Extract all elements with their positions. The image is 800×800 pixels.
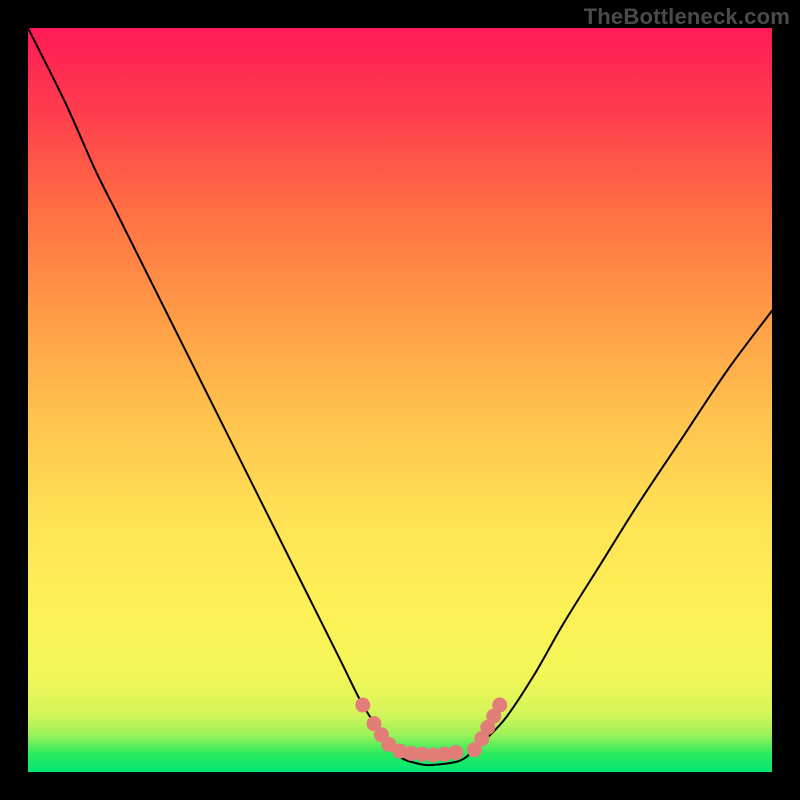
bottleneck-curve: [28, 28, 772, 765]
watermark-text: TheBottleneck.com: [584, 4, 790, 30]
plot-svg: [28, 28, 772, 772]
marker-dot: [492, 698, 507, 713]
marker-dot: [448, 745, 463, 760]
curve-markers: [355, 698, 507, 763]
marker-dot: [355, 698, 370, 713]
chart-frame: TheBottleneck.com: [0, 0, 800, 800]
